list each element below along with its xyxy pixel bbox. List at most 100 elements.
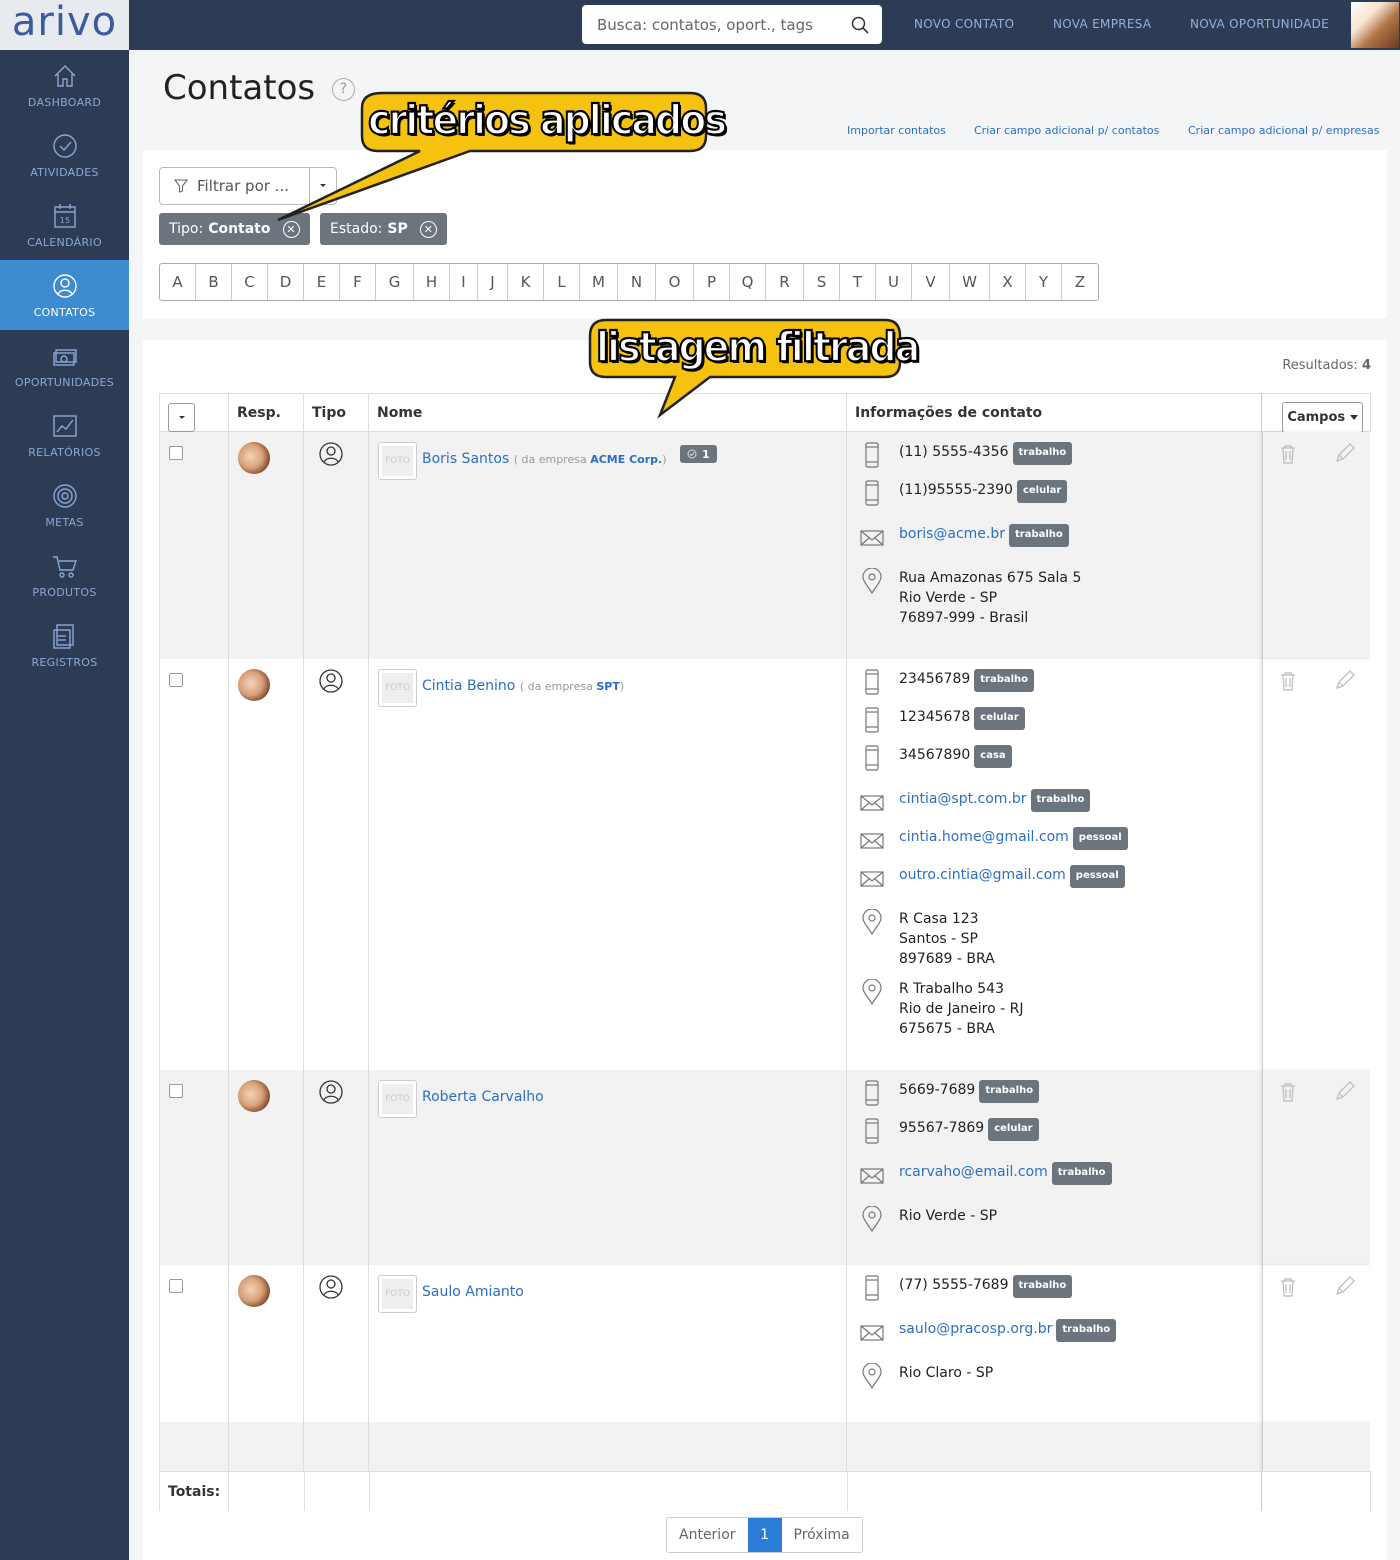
next-page-button[interactable]: Próxima bbox=[781, 1518, 862, 1552]
sidebar-item-metas[interactable]: METAS bbox=[0, 470, 129, 540]
company-link[interactable]: ACME Corp. bbox=[590, 453, 662, 466]
phone-icon bbox=[865, 1080, 879, 1106]
address-line: Rio Verde - SP bbox=[899, 1208, 998, 1224]
table-row: FOTO Roberta Carvalho 5669-7689 trabalho 955… bbox=[159, 1070, 1370, 1265]
sidebar-item-label: PRODUTOS bbox=[32, 585, 97, 599]
phone-number: (11)95555-2390 bbox=[899, 482, 1013, 498]
person-type-icon bbox=[319, 669, 343, 693]
company-info: ( da empresa SPT) bbox=[520, 680, 624, 693]
phone-number: 5669-7689 bbox=[899, 1082, 976, 1098]
email-link[interactable]: outro.cintia@gmail.com bbox=[899, 867, 1066, 883]
pencil-icon[interactable] bbox=[1334, 1080, 1356, 1102]
phone-item: 5669-7689 trabalho bbox=[860, 1080, 1040, 1106]
contact-name-cell: Roberta Carvalho bbox=[422, 1089, 544, 1105]
prev-page-button[interactable]: Anterior bbox=[667, 1518, 748, 1552]
contact-name-link[interactable]: Saulo Amianto bbox=[422, 1284, 524, 1300]
address-line: R Casa 123 bbox=[899, 911, 979, 927]
map-pin-icon bbox=[862, 1206, 882, 1232]
phone-type-badge: trabalho bbox=[979, 1080, 1040, 1103]
contact-photo: FOTO bbox=[378, 1275, 417, 1313]
contact-name-link[interactable]: Roberta Carvalho bbox=[422, 1089, 544, 1105]
email-link[interactable]: rcarvaho@email.com bbox=[899, 1164, 1048, 1180]
email-type-badge: trabalho bbox=[1009, 524, 1069, 547]
trash-icon[interactable] bbox=[1279, 1277, 1297, 1297]
contact-photo: FOTO bbox=[378, 1080, 417, 1118]
address-line: Santos - SP bbox=[899, 931, 978, 947]
phone-number: 23456789 bbox=[899, 671, 971, 687]
company-link[interactable]: SPT bbox=[596, 680, 620, 693]
row-checkbox[interactable] bbox=[169, 673, 183, 687]
row-checkbox[interactable] bbox=[169, 1279, 183, 1293]
phone-icon bbox=[865, 745, 879, 771]
sidebar-item-label: METAS bbox=[45, 515, 84, 529]
email-item: cintia@spt.com.br trabalho bbox=[860, 789, 1091, 815]
phone-item: 95567-7869 celular bbox=[860, 1118, 1039, 1144]
phone-type-badge: casa bbox=[974, 745, 1012, 768]
owner-avatar[interactable] bbox=[238, 1275, 270, 1307]
row-actions bbox=[1262, 1070, 1370, 1265]
photo-placeholder: FOTO bbox=[382, 1084, 413, 1114]
pencil-icon[interactable] bbox=[1334, 1275, 1356, 1297]
envelope-icon bbox=[860, 833, 884, 849]
phone-item: 12345678 celular bbox=[860, 707, 1025, 733]
row-actions bbox=[1262, 659, 1370, 1070]
map-pin-icon bbox=[862, 909, 882, 935]
email-link[interactable]: boris@acme.br bbox=[899, 526, 1005, 542]
totals-label: Totais: bbox=[159, 1472, 229, 1511]
company-prefix: ( da empresa bbox=[513, 453, 587, 466]
address-line: 76897-999 - Brasil bbox=[899, 610, 1029, 626]
phone-icon bbox=[865, 669, 879, 695]
phone-type-badge: celular bbox=[974, 707, 1025, 730]
pagination: Anterior 1 Próxima bbox=[666, 1517, 863, 1553]
map-pin-icon bbox=[862, 568, 882, 594]
contact-name-link[interactable]: Boris Santos bbox=[422, 451, 509, 467]
phone-item: (77) 5555-7689 trabalho bbox=[860, 1275, 1073, 1301]
email-item: boris@acme.br trabalho bbox=[860, 524, 1069, 550]
sidebar-item-produtos[interactable]: PRODUTOS bbox=[0, 540, 129, 610]
email-link[interactable]: cintia@spt.com.br bbox=[899, 791, 1027, 807]
map-pin-icon bbox=[862, 979, 882, 1005]
photo-placeholder: FOTO bbox=[382, 446, 413, 476]
target-icon bbox=[52, 483, 77, 508]
address-item: Rio Verde - SP bbox=[860, 1206, 997, 1232]
envelope-icon bbox=[860, 871, 884, 887]
email-item: saulo@pracosp.org.br trabalho bbox=[860, 1319, 1117, 1345]
envelope-icon bbox=[860, 795, 884, 811]
sidebar-item-registros[interactable]: REGISTROS bbox=[0, 610, 129, 680]
email-type-badge: trabalho bbox=[1056, 1319, 1117, 1342]
contact-name-cell: Cintia Benino ( da empresa SPT) bbox=[422, 678, 624, 694]
contact-photo: FOTO bbox=[378, 669, 417, 707]
trash-icon[interactable] bbox=[1279, 671, 1297, 691]
company-suffix: ) bbox=[662, 453, 667, 466]
company-prefix: ( da empresa bbox=[519, 680, 593, 693]
row-checkbox[interactable] bbox=[169, 1084, 183, 1098]
person-type-icon bbox=[319, 1080, 343, 1104]
page-1-button[interactable]: 1 bbox=[747, 1518, 782, 1552]
callout-shapes bbox=[277, 91, 902, 419]
address-line: 675675 - BRA bbox=[899, 1021, 995, 1037]
address-item: Rua Amazonas 675 Sala 5 Rio Verde - SP 768… bbox=[860, 568, 1081, 628]
owner-avatar[interactable] bbox=[238, 669, 270, 701]
address-line: Rio Claro - SP bbox=[899, 1365, 994, 1381]
phone-number: 12345678 bbox=[899, 709, 971, 725]
person-type-icon bbox=[319, 1275, 343, 1299]
email-link[interactable]: saulo@pracosp.org.br bbox=[899, 1321, 1052, 1337]
address-item: R Trabalho 543 Rio de Janeiro - RJ 675675 … bbox=[860, 979, 1024, 1039]
phone-number: (77) 5555-7689 bbox=[899, 1277, 1009, 1293]
phone-item: 34567890 casa bbox=[860, 745, 1012, 771]
owner-avatar[interactable] bbox=[238, 1080, 270, 1112]
table-row: FOTO Boris Santos ( da empresa ACME Corp.… bbox=[159, 432, 1370, 659]
company-suffix: ) bbox=[619, 680, 625, 693]
address-line: R Trabalho 543 bbox=[899, 981, 1004, 997]
address-line: Rio Verde - SP bbox=[899, 590, 998, 606]
phone-icon bbox=[865, 1118, 879, 1144]
contact-name-link[interactable]: Cintia Benino bbox=[422, 678, 515, 694]
table-row: FOTO Cintia Benino ( da empresa SPT) 23456… bbox=[159, 659, 1370, 1070]
trash-icon[interactable] bbox=[1279, 1082, 1297, 1102]
address-line: 897689 - BRA bbox=[899, 951, 995, 967]
envelope-icon bbox=[860, 1325, 884, 1341]
totals-row: Totais: bbox=[159, 1471, 1371, 1511]
envelope-icon bbox=[860, 1168, 884, 1184]
email-link[interactable]: cintia.home@gmail.com bbox=[899, 829, 1069, 845]
pencil-icon[interactable] bbox=[1334, 669, 1356, 691]
